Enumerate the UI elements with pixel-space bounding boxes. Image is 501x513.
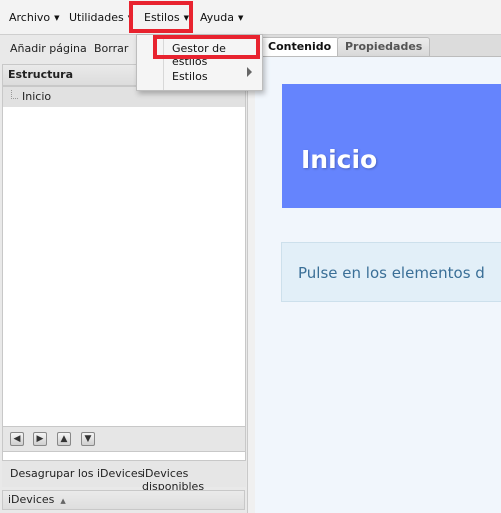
tree-item-label: Inicio xyxy=(22,90,52,103)
left-arrow-icon[interactable]: ◀ xyxy=(10,432,24,446)
page-title: Inicio xyxy=(301,145,378,174)
structure-tree: Inicio xyxy=(2,86,246,461)
tree-connector-icon xyxy=(11,90,18,99)
submenu-arrow-icon xyxy=(247,67,252,77)
info-text: Pulse en los elementos d xyxy=(298,264,485,282)
chevron-down-icon: ▼ xyxy=(237,14,244,22)
menu-item-estilos[interactable]: Estilos xyxy=(172,70,208,83)
down-arrow-icon[interactable]: ▼ xyxy=(81,432,95,446)
menu-bar: Archivo ▼ Utilidades ▼ Estilos ▼ Ayuda ▼ xyxy=(0,0,501,35)
idevices-header[interactable]: iDevices ▲ xyxy=(2,490,245,510)
highlight-estilos-menu xyxy=(129,1,193,33)
ungroup-idevices-button[interactable]: Desagrupar los iDevices xyxy=(10,467,143,480)
menu-utilidades[interactable]: Utilidades ▼ xyxy=(69,9,133,27)
left-panel: Añadir página Borrar Estructura Inicio ◀… xyxy=(0,35,248,513)
chevron-down-icon: ▼ xyxy=(54,14,60,22)
delete-button[interactable]: Borrar xyxy=(94,41,128,57)
idevices-toolbar: Desagrupar los iDevices iDevices disponi… xyxy=(2,460,246,493)
highlight-gestor-de-estilos xyxy=(153,35,260,59)
up-arrow-icon[interactable]: ▲ xyxy=(57,432,71,446)
tree-nav-bar: ◀ ▶ ▲ ▼ xyxy=(2,426,246,452)
info-box: Pulse en los elementos d xyxy=(281,242,501,302)
tab-contenido[interactable]: Contenido xyxy=(260,37,340,56)
right-arrow-icon[interactable]: ▶ xyxy=(33,432,47,446)
sort-up-icon: ▲ xyxy=(60,497,66,505)
menu-archivo[interactable]: Archivo ▼ xyxy=(9,9,60,27)
add-page-button[interactable]: Añadir página xyxy=(10,41,87,57)
tab-propiedades[interactable]: Propiedades xyxy=(337,37,431,56)
menu-ayuda[interactable]: Ayuda ▼ xyxy=(200,9,243,27)
tab-strip: Contenido Propiedades xyxy=(248,35,501,57)
